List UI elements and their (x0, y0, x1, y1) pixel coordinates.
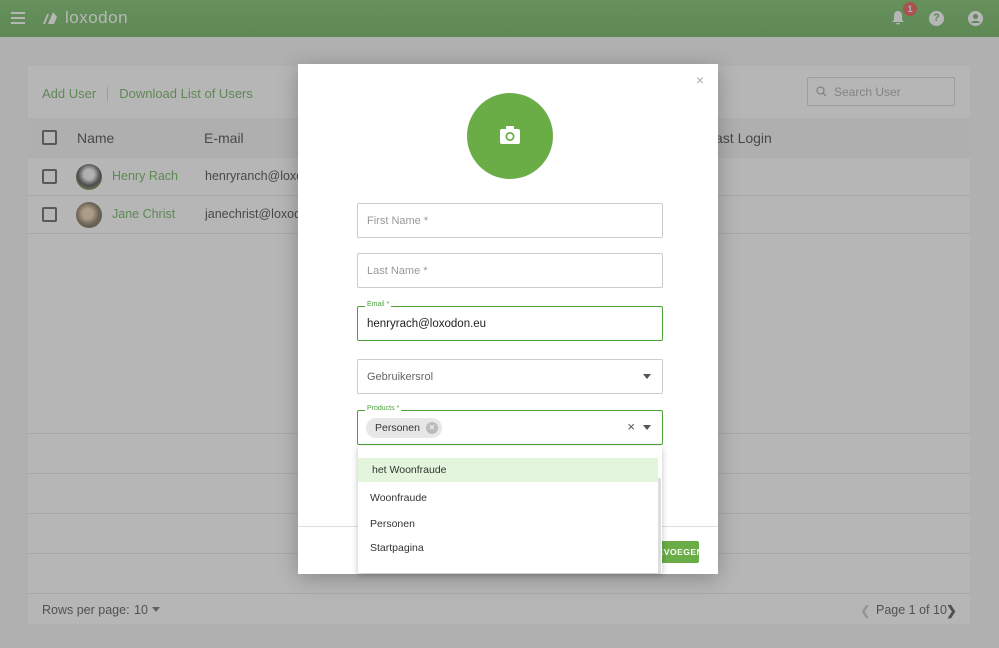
dropdown-option[interactable]: het Woonfraude (358, 458, 658, 482)
chip-label: Personen (375, 422, 420, 434)
first-name-field[interactable]: First Name * (357, 203, 663, 238)
camera-icon (500, 126, 520, 144)
dropdown-scrollbar[interactable] (658, 478, 661, 573)
close-icon[interactable]: × (696, 72, 704, 88)
selected-product-chip[interactable]: Personen ✕ (366, 418, 442, 438)
chevron-down-icon[interactable] (643, 425, 651, 430)
dropdown-option[interactable]: Personen (358, 512, 658, 536)
email-label: Email * (365, 301, 392, 308)
products-select[interactable]: Products * Personen ✕ × (357, 405, 663, 445)
dropdown-option[interactable]: Woonfraude (358, 486, 658, 510)
upload-photo-button[interactable] (467, 93, 553, 179)
clear-selection-icon[interactable]: × (627, 419, 635, 434)
first-name-placeholder: First Name * (367, 214, 429, 227)
chevron-down-icon[interactable] (643, 374, 651, 379)
email-value: henryrach@loxodon.eu (367, 317, 487, 330)
products-label: Products * (365, 405, 402, 412)
products-dropdown: het Woonfraude Woonfraude Personen Start… (358, 446, 662, 573)
last-name-field[interactable]: Last Name * (357, 253, 663, 288)
dropdown-option[interactable]: Startpagina (358, 536, 658, 560)
last-name-placeholder: Last Name * (367, 264, 428, 277)
chip-remove-icon[interactable]: ✕ (425, 422, 438, 434)
email-field[interactable]: Email * henryrach@loxodon.eu (357, 301, 663, 341)
role-placeholder: Gebruikersrol (367, 370, 434, 383)
role-select[interactable]: Gebruikersrol (357, 359, 663, 394)
